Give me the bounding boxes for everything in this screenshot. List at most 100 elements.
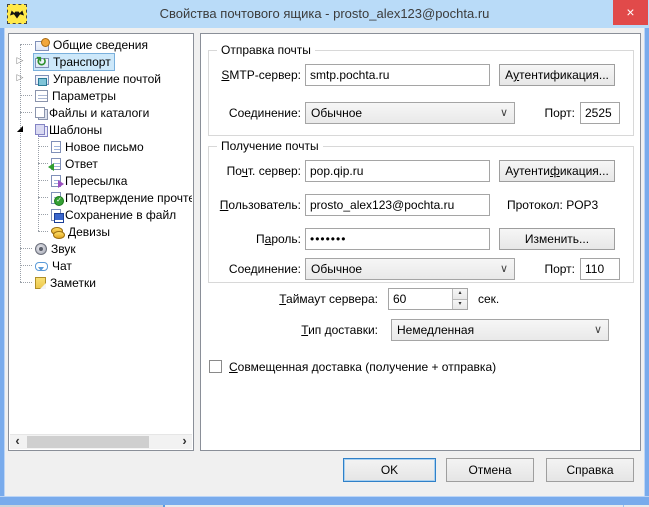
tree-item[interactable]: ▷ Транспорт bbox=[9, 53, 192, 70]
protocol-text: Протокол: POP3 bbox=[507, 198, 598, 212]
tree-item[interactable]: Звук bbox=[9, 240, 192, 257]
tree-item-label: Параметры bbox=[52, 89, 116, 103]
tree-item-label: Сохранение в файл bbox=[65, 208, 176, 222]
connection-select-sending[interactable]: Обычное ∨ bbox=[305, 102, 515, 124]
tree-item[interactable]: Девизы bbox=[9, 223, 192, 240]
tree-item-label: Девизы bbox=[68, 225, 110, 239]
connection-value-sending: Обычное bbox=[311, 106, 362, 120]
tree-item[interactable]: Параметры bbox=[9, 87, 192, 104]
sound-icon bbox=[35, 243, 47, 255]
ok-button[interactable]: OK bbox=[343, 458, 436, 482]
files-icon bbox=[35, 107, 45, 118]
tree-item[interactable]: Сохранение в файл bbox=[9, 206, 192, 223]
smtp-server-label: SMTP-сервер: bbox=[209, 68, 301, 82]
bat-app-icon bbox=[7, 4, 27, 24]
tree-item-content: Чат bbox=[33, 257, 76, 275]
tree-item[interactable]: Общие сведения bbox=[9, 36, 192, 53]
port-label-sending: Порт: bbox=[509, 106, 575, 120]
page-icon bbox=[51, 141, 61, 153]
delivery-type-value: Немедленная bbox=[397, 323, 474, 337]
connection-label-receiving: Соединение: bbox=[209, 262, 301, 276]
tree-item-label: Файлы и каталоги bbox=[49, 106, 149, 120]
connection-select-receiving[interactable]: Обычное ∨ bbox=[305, 258, 515, 280]
cancel-button[interactable]: Отмена bbox=[446, 458, 534, 482]
transport-icon bbox=[35, 58, 49, 68]
chat-icon bbox=[35, 262, 48, 271]
port-field-receiving[interactable] bbox=[580, 258, 620, 280]
receiving-group-title: Получение почты bbox=[217, 139, 323, 153]
tree-item-label: Заметки bbox=[50, 276, 96, 290]
combined-delivery-label[interactable]: Совмещенная доставка (получение + отправ… bbox=[229, 360, 496, 374]
tree-item-label: Подтверждение прочтения bbox=[65, 191, 192, 205]
expander-collapsed-icon[interactable]: ▷ bbox=[14, 55, 26, 66]
tree-item-content: Транспорт bbox=[33, 53, 115, 71]
connection-value-receiving: Обычное bbox=[311, 262, 362, 276]
tree-item-content: Ответ bbox=[49, 155, 102, 173]
timeout-spinner: ▴ ▾ bbox=[388, 288, 468, 310]
scroll-right-button[interactable]: › bbox=[177, 435, 192, 449]
tree-item[interactable]: Ответ bbox=[9, 155, 192, 172]
tree-h-scrollbar[interactable]: ‹ › bbox=[10, 434, 192, 449]
tree-item-content: Подтверждение прочтения bbox=[49, 189, 192, 207]
expander-expanded-icon[interactable]: ◢ bbox=[14, 124, 26, 133]
delivery-type-select[interactable]: Немедленная ∨ bbox=[391, 319, 609, 341]
tree-item-content: Девизы bbox=[49, 223, 114, 241]
tree-item-label: Управление почтой bbox=[53, 72, 161, 86]
tree-item[interactable]: Заметки bbox=[9, 274, 192, 291]
tree-item-label: Пересылка bbox=[65, 174, 127, 188]
timeout-spin-buttons: ▴ ▾ bbox=[452, 289, 467, 309]
password-field[interactable] bbox=[305, 228, 490, 250]
tree-item[interactable]: ◢ Шаблоны bbox=[9, 121, 192, 138]
tree-item-content: Параметры bbox=[33, 87, 120, 105]
tree-item[interactable]: Подтверждение прочтения bbox=[9, 189, 192, 206]
sending-group: Отправка почты SMTP-сервер: Аутентификац… bbox=[208, 50, 634, 136]
page-confirm-icon bbox=[51, 192, 61, 204]
help-button[interactable]: Справка bbox=[546, 458, 634, 482]
spinner-up-button[interactable]: ▴ bbox=[452, 289, 467, 299]
window-frame-right bbox=[644, 28, 649, 505]
spinner-down-button[interactable]: ▾ bbox=[452, 299, 467, 310]
tree-item-label: Транспорт bbox=[53, 55, 111, 69]
tree-item[interactable]: ▷ Управление почтой bbox=[9, 70, 192, 87]
tree-item[interactable]: Файлы и каталоги bbox=[9, 104, 192, 121]
coins-icon bbox=[51, 226, 64, 238]
tree-item-content: Файлы и каталоги bbox=[33, 104, 153, 122]
tree-item-label: Ответ bbox=[65, 157, 98, 171]
scroll-thumb[interactable] bbox=[27, 436, 149, 448]
port-field-sending[interactable] bbox=[580, 102, 620, 124]
tree-item-content: Шаблоны bbox=[33, 121, 106, 139]
page-forward-icon bbox=[51, 175, 61, 187]
mail-server-field[interactable] bbox=[305, 160, 490, 182]
timeout-label: Таймаут сервера: bbox=[201, 292, 378, 306]
templates-icon bbox=[35, 124, 45, 135]
notes-icon bbox=[35, 277, 46, 289]
auth-button-sending[interactable]: Аутентификация... bbox=[499, 64, 615, 86]
scroll-left-button[interactable]: ‹ bbox=[10, 435, 25, 449]
username-field[interactable] bbox=[305, 194, 490, 216]
smtp-server-field[interactable] bbox=[305, 64, 490, 86]
tree-item[interactable]: Новое письмо bbox=[9, 138, 192, 155]
tree-item[interactable]: Пересылка bbox=[9, 172, 192, 189]
mail-manage-icon bbox=[35, 75, 49, 85]
tree-item-content: Заметки bbox=[33, 274, 100, 292]
change-password-button[interactable]: Изменить... bbox=[499, 228, 615, 250]
tree-item-label: Звук bbox=[51, 242, 76, 256]
mail-server-label: Почт. сервер: bbox=[209, 164, 301, 178]
tree-item[interactable]: Чат bbox=[9, 257, 192, 274]
combined-delivery-checkbox[interactable] bbox=[209, 360, 222, 373]
settings-tree-panel: Общие сведения ▷ Транспорт ▷ Управление почт… bbox=[8, 33, 194, 451]
timeout-unit-label: сек. bbox=[478, 292, 499, 306]
window-titlebar[interactable]: Свойства почтового ящика - prosto_alex12… bbox=[0, 0, 649, 28]
port-label-receiving: Порт: bbox=[509, 262, 575, 276]
close-button[interactable]: × bbox=[613, 0, 648, 25]
page-save-icon bbox=[51, 209, 61, 221]
window-title: Свойства почтового ящика - prosto_alex12… bbox=[0, 0, 649, 28]
user-card-icon bbox=[35, 41, 49, 51]
tree-item-label: Шаблоны bbox=[49, 123, 102, 137]
auth-button-receiving[interactable]: Аутентификация... bbox=[499, 160, 615, 182]
bat-glyph bbox=[10, 9, 24, 19]
expander-collapsed-icon[interactable]: ▷ bbox=[14, 72, 26, 83]
protocol-value: POP3 bbox=[566, 198, 598, 212]
chevron-down-icon: ∨ bbox=[500, 262, 508, 275]
tree-item-content: Управление почтой bbox=[33, 70, 165, 88]
